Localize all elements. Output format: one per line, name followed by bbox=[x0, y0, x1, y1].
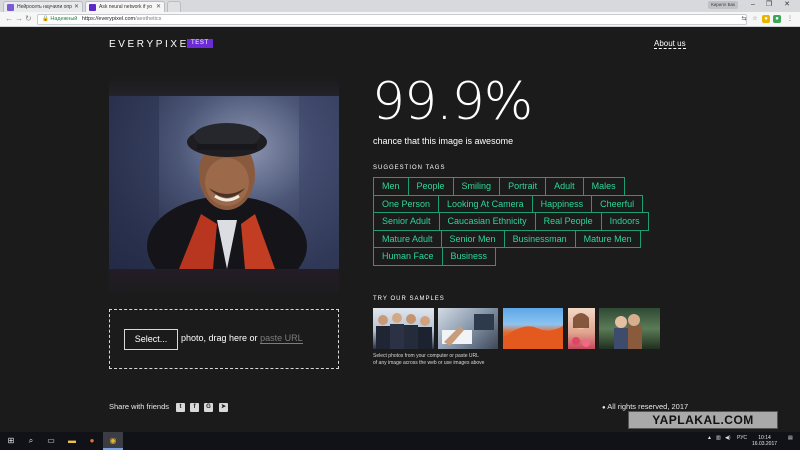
back-arrow-icon[interactable]: ← bbox=[5, 14, 13, 24]
lock-icon: 🔒 bbox=[42, 16, 49, 22]
suggestion-tag[interactable]: Businessman bbox=[503, 229, 576, 248]
samples-note: Select photos from your computer or past… bbox=[373, 353, 533, 366]
sample-office-desk[interactable] bbox=[438, 308, 498, 349]
suggestion-tag[interactable]: Business bbox=[441, 247, 497, 266]
firefox-icon[interactable]: ● bbox=[87, 436, 97, 446]
extension-icon[interactable]: ● bbox=[773, 15, 781, 23]
suggestion-tags: Men People Smiling Portrait Adult Males One Pe… bbox=[373, 177, 673, 266]
browser-tab-1[interactable]: Нейросеть научили опр ✕ bbox=[3, 1, 83, 12]
minimize-icon[interactable]: – bbox=[746, 0, 760, 10]
suggestion-tag[interactable]: Happiness bbox=[531, 194, 593, 213]
tag-row: Senior Adult Caucasian Ethnicity Real Peop… bbox=[373, 212, 673, 231]
suggestion-tag[interactable]: Adult bbox=[545, 177, 584, 196]
suggestion-tag[interactable]: Looking At Camera bbox=[438, 194, 533, 213]
suggestion-tag[interactable]: Senior Men bbox=[440, 229, 505, 248]
portrait-image bbox=[109, 96, 339, 296]
score-subtitle: chance that this image is awesome bbox=[373, 136, 514, 146]
volume-icon[interactable]: ◀) bbox=[725, 435, 731, 441]
suggestion-tag[interactable]: Caucasian Ethnicity bbox=[438, 212, 536, 231]
share-label: Share with friends bbox=[109, 402, 170, 411]
tag-row: One Person Looking At Camera Happiness Chee… bbox=[373, 194, 673, 213]
tab-title: Нейросеть научили опр bbox=[17, 4, 72, 10]
address-bar[interactable]: 🔒 Надежный https://everypixel.com/aesthe… bbox=[37, 14, 747, 25]
awesomeness-score: 99.9% bbox=[372, 72, 533, 132]
tag-row: Mature Adult Senior Men Businessman Mature … bbox=[373, 229, 673, 248]
browser-tab-bar: Нейросеть научили опр ✕ Ask neural netwo… bbox=[0, 0, 800, 12]
samples-title: TRY OUR SAMPLES bbox=[373, 296, 445, 302]
network-icon[interactable]: ▥ bbox=[716, 435, 721, 441]
reload-icon[interactable]: ↻ bbox=[25, 14, 32, 24]
notifications-icon[interactable]: ▤ bbox=[788, 435, 793, 441]
maximize-icon[interactable]: ❐ bbox=[762, 0, 776, 10]
suggestion-tag[interactable]: Real People bbox=[534, 212, 602, 231]
url-path: /aesthetics bbox=[135, 16, 162, 22]
google-icon[interactable]: G bbox=[204, 403, 213, 412]
samples-note-line: of any image across the web or use image… bbox=[373, 359, 485, 366]
sample-business-people[interactable] bbox=[373, 308, 434, 349]
suggestion-tag[interactable]: Indoors bbox=[600, 212, 649, 231]
extension-icon[interactable]: ● bbox=[762, 15, 770, 23]
suggestion-tag[interactable]: One Person bbox=[373, 194, 440, 213]
suggestion-tag[interactable]: Men bbox=[373, 177, 409, 196]
tab-close-icon[interactable]: ✕ bbox=[156, 3, 161, 10]
suggestion-tag[interactable]: Portrait bbox=[499, 177, 547, 196]
select-file-button[interactable]: Select... bbox=[124, 329, 178, 350]
tray-chevron-icon[interactable]: ▲ bbox=[707, 435, 712, 441]
upload-hint: photo, drag here or paste URL bbox=[181, 333, 303, 344]
task-view-icon[interactable]: ▭ bbox=[46, 436, 56, 446]
translate-icon[interactable]: ⇆ bbox=[740, 15, 748, 23]
suggestion-tag[interactable]: Males bbox=[582, 177, 625, 196]
suggestion-tag[interactable]: Cheerful bbox=[591, 194, 644, 213]
suggestion-tag[interactable]: Human Face bbox=[373, 247, 443, 266]
tag-row: Human Face Business bbox=[373, 247, 673, 266]
profile-button[interactable]: Кирилл Бак bbox=[708, 1, 738, 9]
tab-close-icon[interactable]: ✕ bbox=[74, 3, 79, 10]
windows-start-icon[interactable]: ⊞ bbox=[6, 436, 16, 446]
upload-drop-zone[interactable]: Select... photo, drag here or paste URL bbox=[109, 309, 339, 369]
taskbar: ⊞ ⌕ ▭ ▬ ● ◉ ▲ ▥ ◀) РУС 10:14 16.03.2017 … bbox=[0, 432, 800, 450]
menu-icon[interactable]: ⋮ bbox=[786, 15, 794, 23]
suggestion-tag[interactable]: Mature Men bbox=[574, 229, 641, 248]
facebook-icon[interactable]: f bbox=[190, 403, 199, 412]
suggestion-tag[interactable]: Senior Adult bbox=[373, 212, 440, 231]
about-us-link[interactable]: About us bbox=[654, 39, 686, 49]
bookmark-star-icon[interactable]: ☆ bbox=[751, 15, 759, 23]
twitter-icon[interactable]: t bbox=[176, 403, 185, 412]
tag-row: Men People Smiling Portrait Adult Males bbox=[373, 177, 673, 196]
paste-url-link[interactable]: paste URL bbox=[260, 333, 303, 344]
clock-date: 16.03.2017 bbox=[752, 441, 778, 447]
suggestion-tag[interactable]: Mature Adult bbox=[373, 229, 442, 248]
tab-favicon-icon bbox=[89, 4, 96, 11]
watermark: YAPLAKAL.COM bbox=[628, 411, 778, 429]
search-icon[interactable]: ⌕ bbox=[26, 436, 36, 446]
copyright: ● All rights reserved, 2017 bbox=[602, 402, 688, 411]
test-badge: TEST bbox=[187, 39, 213, 48]
sample-girl-flowers[interactable] bbox=[568, 308, 595, 349]
language-indicator[interactable]: РУС bbox=[737, 435, 747, 441]
tab-favicon-icon bbox=[7, 4, 14, 11]
page: EVERYPIXEL TEST About us 99.9% chance th… bbox=[0, 28, 800, 432]
suggestion-tag[interactable]: Smiling bbox=[452, 177, 501, 196]
url-host: https://everypixel.com bbox=[81, 16, 136, 22]
everypixel-logo[interactable]: EVERYPIXEL bbox=[109, 39, 197, 50]
close-window-icon[interactable]: ✕ bbox=[780, 0, 794, 10]
browser-toolbar: ← → ↻ 🔒 Надежный https://everypixel.com/… bbox=[0, 12, 800, 27]
tab-title: Ask neural network if yo bbox=[99, 4, 153, 10]
telegram-icon[interactable]: ➤ bbox=[219, 403, 228, 412]
copyright-text: All rights reserved, 2017 bbox=[607, 402, 689, 411]
clock[interactable]: 10:14 16.03.2017 bbox=[752, 435, 777, 447]
forward-arrow-icon[interactable]: → bbox=[15, 14, 23, 24]
sample-couple-forest[interactable] bbox=[599, 308, 660, 349]
sample-desert-dune[interactable] bbox=[503, 308, 563, 349]
uploaded-photo bbox=[109, 76, 339, 298]
secure-label: Надежный bbox=[50, 16, 78, 22]
browser-tab-2[interactable]: Ask neural network if yo ✕ bbox=[85, 1, 165, 12]
file-explorer-icon[interactable]: ▬ bbox=[67, 436, 77, 446]
chrome-icon: ◉ bbox=[109, 436, 117, 445]
upload-text: photo, drag here or bbox=[181, 333, 261, 343]
suggestion-tags-title: SUGGESTION TAGS bbox=[373, 165, 446, 171]
suggestion-tag[interactable]: People bbox=[407, 177, 454, 196]
new-tab-button[interactable] bbox=[167, 1, 181, 12]
